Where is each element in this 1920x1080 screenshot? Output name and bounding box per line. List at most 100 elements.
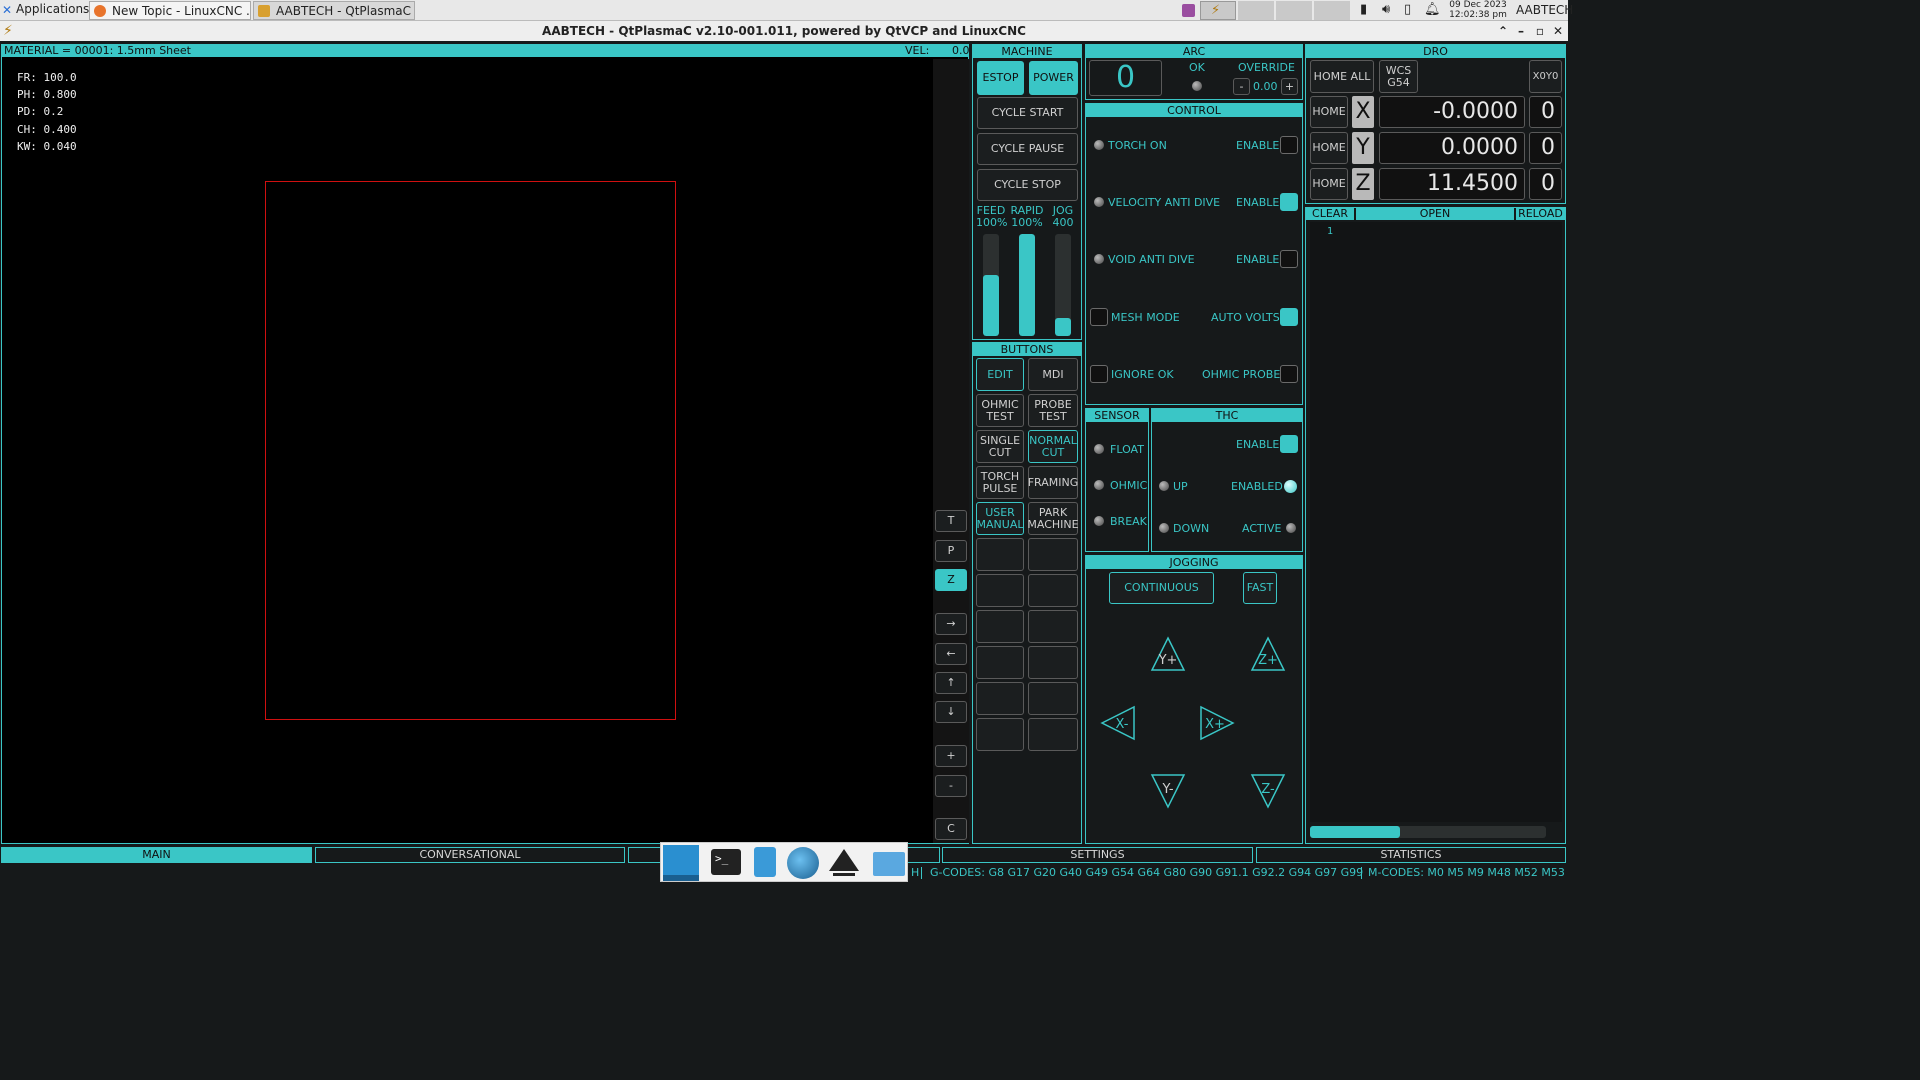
mesh-mode-checkbox[interactable]: [1090, 308, 1108, 326]
override-minus-button[interactable]: -: [1233, 78, 1250, 95]
mdi-button[interactable]: MDI: [1028, 358, 1078, 391]
velocity-anti-dive-enable-checkbox[interactable]: [1280, 193, 1298, 211]
workspace-4[interactable]: [1314, 1, 1350, 20]
jog-z-minus-button[interactable]: Z-: [1250, 773, 1286, 809]
window-minimize-icon[interactable]: –: [1512, 21, 1530, 41]
gcode-reload-button[interactable]: RELOAD: [1516, 208, 1565, 220]
jog-y-minus-button[interactable]: Y-: [1150, 773, 1186, 809]
estop-button[interactable]: ESTOP: [977, 61, 1024, 95]
gcode-editor[interactable]: 1: [1310, 222, 1562, 822]
tab-settings[interactable]: SETTINGS: [942, 847, 1253, 863]
tray-app-icon[interactable]: [1182, 4, 1195, 17]
user-button-empty[interactable]: [1028, 682, 1078, 715]
file-manager-icon[interactable]: [754, 847, 776, 877]
folder-icon[interactable]: [873, 852, 905, 876]
cycle-start-button[interactable]: CYCLE START: [977, 97, 1078, 129]
user-manual-button[interactable]: USER MANUAL: [976, 502, 1024, 535]
pan-right-button[interactable]: →: [935, 613, 967, 635]
web-browser-icon[interactable]: [787, 847, 819, 879]
window-maximize-icon[interactable]: ▫: [1531, 21, 1549, 41]
user-menu[interactable]: AABTECH: [1516, 3, 1573, 17]
window-close-icon[interactable]: ✕: [1549, 21, 1567, 41]
user-button-empty[interactable]: [976, 682, 1024, 715]
torch-pulse-button[interactable]: TORCH PULSE: [976, 466, 1024, 499]
ohmic-probe-checkbox[interactable]: [1280, 365, 1298, 383]
pan-down-button[interactable]: ↓: [935, 701, 967, 723]
tab-conversational[interactable]: CONVERSATIONAL: [315, 847, 625, 863]
home-x-button[interactable]: HOME: [1310, 96, 1348, 128]
void-anti-dive-enable-checkbox[interactable]: [1280, 250, 1298, 268]
jog-x-minus-button[interactable]: X-: [1100, 705, 1136, 741]
jog-continuous-button[interactable]: CONTINUOUS: [1109, 572, 1214, 604]
normal-cut-button[interactable]: NORMAL CUT: [1028, 430, 1078, 463]
show-desktop-icon[interactable]: [663, 845, 699, 881]
touch-off-z-button[interactable]: 0: [1529, 168, 1562, 200]
user-button-empty[interactable]: [976, 646, 1024, 679]
feed-override-slider[interactable]: [983, 234, 999, 336]
taskbar-tab-qtplasmac[interactable]: AABTECH - QtPlasmaC ...: [253, 1, 415, 20]
probe-test-button[interactable]: PROBE TEST: [1028, 394, 1078, 427]
volume-icon[interactable]: 🔊︎: [1382, 2, 1390, 17]
jog-fast-button[interactable]: FAST: [1243, 572, 1277, 604]
jog-speed-slider[interactable]: [1055, 234, 1071, 336]
workspace-3[interactable]: [1276, 1, 1312, 20]
view-z-button[interactable]: Z: [935, 569, 967, 591]
notification-bell-icon[interactable]: 🔔︎: [1424, 2, 1441, 17]
ignore-ok-checkbox[interactable]: [1090, 365, 1108, 383]
user-button-empty[interactable]: [1028, 610, 1078, 643]
inkscape-icon[interactable]: [827, 847, 861, 879]
torch-enable-checkbox[interactable]: [1280, 136, 1298, 154]
network-icon[interactable]: ▮: [1360, 2, 1367, 17]
tab-main[interactable]: MAIN: [1, 847, 312, 863]
rapid-override-slider[interactable]: [1019, 234, 1035, 336]
pan-left-button[interactable]: ←: [935, 643, 967, 665]
auto-volts-checkbox[interactable]: [1280, 308, 1298, 326]
wcs-button[interactable]: WCS G54: [1379, 60, 1418, 93]
zoom-out-button[interactable]: -: [935, 775, 967, 797]
home-y-button[interactable]: HOME: [1310, 132, 1348, 164]
gcode-scrollbar-thumb[interactable]: [1310, 826, 1400, 838]
pan-up-button[interactable]: ↑: [935, 672, 967, 694]
park-machine-button[interactable]: PARK MACHINE: [1027, 502, 1079, 535]
cycle-stop-button[interactable]: CYCLE STOP: [977, 169, 1078, 201]
user-button-empty[interactable]: [1028, 718, 1078, 751]
x0y0-button[interactable]: X0Y0: [1529, 60, 1562, 93]
framing-button[interactable]: FRAMING: [1028, 466, 1078, 499]
clock[interactable]: 09 Dec 2023 12:02:38 pm: [1446, 0, 1510, 20]
power-button[interactable]: POWER: [1029, 61, 1078, 95]
clear-preview-button[interactable]: C: [935, 818, 967, 840]
applications-menu[interactable]: ✕ Applications: [2, 2, 89, 19]
window-shade-icon[interactable]: ⌃: [1494, 21, 1512, 41]
thc-enable-checkbox[interactable]: [1280, 435, 1298, 453]
tab-statistics[interactable]: STATISTICS: [1256, 847, 1566, 863]
user-button-empty[interactable]: [976, 718, 1024, 751]
single-cut-button[interactable]: SINGLE CUT: [976, 430, 1024, 463]
cycle-pause-button[interactable]: CYCLE PAUSE: [977, 133, 1078, 165]
gcode-open-button[interactable]: OPEN: [1356, 208, 1514, 220]
user-button-empty[interactable]: [1028, 646, 1078, 679]
workspace-2[interactable]: [1238, 1, 1274, 20]
view-perspective-button[interactable]: P: [935, 540, 967, 562]
user-button-empty[interactable]: [976, 574, 1024, 607]
edit-button[interactable]: EDIT: [976, 358, 1024, 391]
ohmic-test-button[interactable]: OHMIC TEST: [976, 394, 1024, 427]
touch-off-x-button[interactable]: 0: [1529, 96, 1562, 128]
battery-icon[interactable]: ▯: [1404, 2, 1411, 17]
gcode-preview[interactable]: MATERIAL = 00001: 1.5mm Sheet VEL: 0.0 F…: [1, 44, 970, 844]
user-button-empty[interactable]: [976, 610, 1024, 643]
jog-z-plus-button[interactable]: Z+: [1250, 636, 1286, 672]
home-all-button[interactable]: HOME ALL: [1310, 60, 1374, 93]
workspace-1[interactable]: ⚡: [1200, 1, 1236, 20]
home-z-button[interactable]: HOME: [1310, 168, 1348, 200]
override-plus-button[interactable]: +: [1281, 78, 1298, 95]
gcode-clear-button[interactable]: CLEAR: [1306, 208, 1354, 220]
zoom-in-button[interactable]: +: [935, 745, 967, 767]
terminal-icon[interactable]: >_: [711, 849, 741, 875]
user-button-empty[interactable]: [976, 538, 1024, 571]
view-top-button[interactable]: T: [935, 510, 967, 532]
taskbar-tab-browser[interactable]: New Topic - LinuxCNC ...: [89, 1, 251, 20]
gcode-scrollbar[interactable]: [1310, 826, 1546, 838]
user-button-empty[interactable]: [1028, 538, 1078, 571]
jog-y-plus-button[interactable]: Y+: [1150, 636, 1186, 672]
jog-x-plus-button[interactable]: X+: [1199, 705, 1235, 741]
